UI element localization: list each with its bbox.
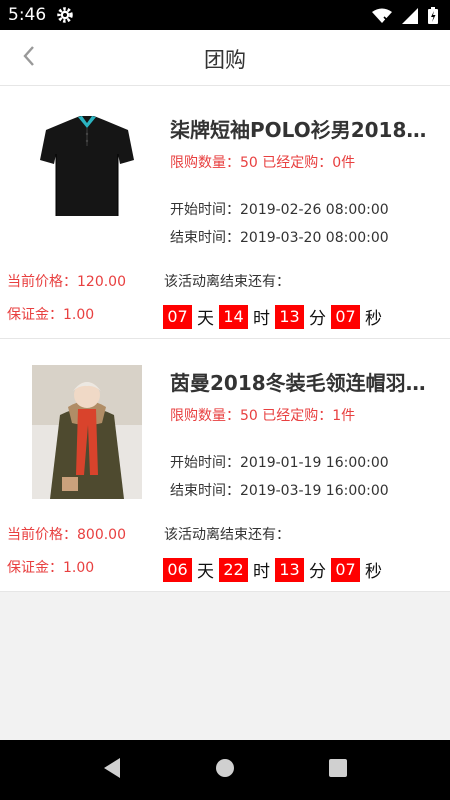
page-title: 团购 bbox=[204, 48, 246, 72]
nav-recents-button[interactable] bbox=[326, 758, 350, 782]
current-price: 当前价格：120.00 bbox=[7, 274, 126, 290]
countdown-hours: 22 bbox=[219, 557, 248, 582]
countdown-days: 07 bbox=[163, 304, 192, 329]
hours-unit: 时 bbox=[253, 309, 270, 329]
countdown-timer: 06 天 22 时 13 分 07 秒 bbox=[163, 557, 387, 582]
limit-info: 限购数量：50 已经定购：0件 bbox=[170, 155, 356, 171]
countdown-seconds: 07 bbox=[331, 304, 360, 329]
app-header: 团购 bbox=[0, 30, 450, 86]
minutes-unit: 分 bbox=[309, 309, 326, 329]
deposit: 保证金：1.00 bbox=[7, 560, 95, 576]
start-time: 开始时间：2019-01-19 16:00:00 bbox=[170, 455, 389, 471]
countdown-minutes: 13 bbox=[275, 557, 304, 582]
countdown-label: 该活动离结束还有： bbox=[164, 527, 290, 543]
nav-home-button[interactable] bbox=[213, 758, 237, 782]
status-bar: 5:46 bbox=[0, 0, 450, 30]
hours-unit: 时 bbox=[253, 562, 270, 582]
countdown-days: 06 bbox=[163, 557, 192, 582]
wifi-icon bbox=[372, 8, 392, 28]
product-title: 柒牌短袖POLO衫男2018新款 bbox=[170, 118, 438, 142]
battery-icon bbox=[428, 7, 438, 28]
end-time: 结束时间：2019-03-20 08:00:00 bbox=[170, 230, 389, 246]
product-card[interactable]: 茵曼2018冬装毛领连帽羽绒服 限购数量：50 已经定购：1件 开始时间：201… bbox=[0, 339, 450, 592]
status-time: 5:46 bbox=[8, 5, 47, 25]
product-image[interactable] bbox=[32, 365, 142, 499]
start-time: 开始时间：2019-02-26 08:00:00 bbox=[170, 202, 389, 218]
nav-back-button[interactable] bbox=[100, 758, 124, 782]
countdown-timer: 07 天 14 时 13 分 07 秒 bbox=[163, 304, 387, 329]
product-title: 茵曼2018冬装毛领连帽羽绒服 bbox=[170, 371, 438, 395]
countdown-minutes: 13 bbox=[275, 304, 304, 329]
product-card[interactable]: 柒牌短袖POLO衫男2018新款 限购数量：50 已经定购：0件 开始时间：20… bbox=[0, 86, 450, 339]
current-price: 当前价格：800.00 bbox=[7, 527, 126, 543]
countdown-label: 该活动离结束还有： bbox=[164, 274, 290, 290]
countdown-seconds: 07 bbox=[331, 557, 360, 582]
product-image[interactable] bbox=[32, 112, 142, 222]
product-list: 柒牌短袖POLO衫男2018新款 限购数量：50 已经定购：0件 开始时间：20… bbox=[0, 86, 450, 592]
minutes-unit: 分 bbox=[309, 562, 326, 582]
limit-info: 限购数量：50 已经定购：1件 bbox=[170, 408, 356, 424]
home-circle-icon bbox=[214, 757, 236, 783]
days-unit: 天 bbox=[197, 309, 214, 329]
back-triangle-icon bbox=[102, 757, 122, 783]
gear-icon bbox=[56, 6, 74, 28]
black-polo-shirt-image bbox=[40, 116, 134, 216]
seconds-unit: 秒 bbox=[365, 562, 382, 582]
end-time: 结束时间：2019-03-19 16:00:00 bbox=[170, 483, 389, 499]
woman-in-winter-coat-photo bbox=[32, 365, 142, 499]
signal-icon bbox=[402, 7, 418, 28]
deposit: 保证金：1.00 bbox=[7, 307, 95, 323]
system-nav-bar bbox=[0, 740, 450, 800]
days-unit: 天 bbox=[197, 562, 214, 582]
recents-square-icon bbox=[328, 758, 348, 782]
countdown-hours: 14 bbox=[219, 304, 248, 329]
seconds-unit: 秒 bbox=[365, 309, 382, 329]
